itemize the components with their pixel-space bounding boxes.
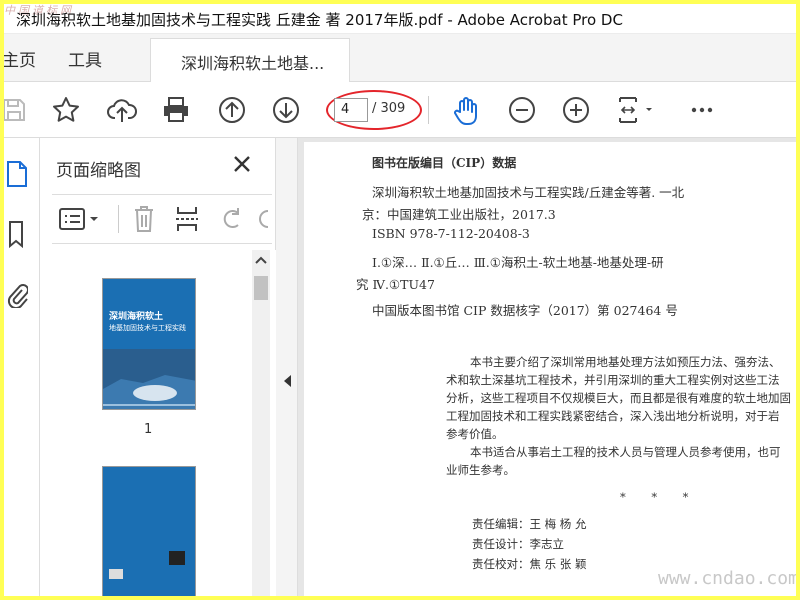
cip-line: 深圳海积软土地基加固技术与工程实践/丘建金等著. 一北 bbox=[372, 185, 685, 200]
close-icon[interactable] bbox=[232, 154, 252, 174]
barcode-graphic bbox=[169, 551, 185, 565]
zoom-out-icon[interactable] bbox=[506, 94, 538, 126]
toolbar-divider bbox=[118, 205, 119, 233]
upload-icon[interactable] bbox=[106, 94, 138, 126]
thumbnail-cover-subtitle: 地基加固技术与工程实践 bbox=[109, 324, 186, 332]
thumbnail-label: 1 bbox=[144, 422, 153, 437]
qr-graphic bbox=[109, 569, 123, 579]
summary-line: 本书主要介绍了深圳常用地基处理方法如预压力法、强夯法、 bbox=[470, 355, 781, 369]
cip-heading: 图书在版编目（CIP）数据 bbox=[372, 156, 517, 170]
rotate-icon[interactable] bbox=[218, 205, 244, 233]
summary-line: 业师生参考。 bbox=[446, 463, 515, 477]
print-icon[interactable] bbox=[160, 94, 192, 126]
summary-line: 参考价值。 bbox=[446, 427, 504, 441]
collapse-arrow-icon[interactable] bbox=[282, 374, 292, 388]
left-nav-sidebar bbox=[4, 138, 40, 596]
bookmark-icon[interactable] bbox=[6, 220, 28, 248]
hand-icon[interactable] bbox=[450, 94, 482, 126]
thumbnail-page-2[interactable] bbox=[102, 466, 196, 596]
credit-line: 责任设计：李志立 bbox=[472, 537, 564, 551]
thumbnail-page-1[interactable]: 深圳海积软土 地基加固技术与工程实践 bbox=[102, 278, 196, 410]
save-icon[interactable] bbox=[4, 94, 30, 126]
thumbnail-cover-title: 深圳海积软土 bbox=[109, 312, 164, 322]
rotate-clockwise-icon[interactable] bbox=[258, 205, 272, 233]
pane-title: 页面缩略图 bbox=[56, 161, 141, 181]
summary-line: 术和软土深基坑工程技术，并引用深圳的重大工程实例对这些工法 bbox=[446, 373, 780, 387]
page-number-input[interactable]: 4 bbox=[334, 98, 368, 122]
document-view: 图书在版编目（CIP）数据 深圳海积软土地基加固技术与工程实践/丘建金等著. 一… bbox=[298, 138, 796, 596]
thumbnail-scrollbar[interactable] bbox=[252, 250, 270, 596]
extract-pages-icon[interactable] bbox=[174, 205, 200, 233]
cip-line: ISBN 978-7-112-20408-3 bbox=[372, 226, 530, 241]
thumbnails-pane: 页面缩略图 深圳海积软土 地基加固技术与工程实践 1 bbox=[40, 138, 276, 596]
tab-document[interactable]: 深圳海积软土地基... bbox=[150, 38, 350, 82]
thumbnail-toolbar bbox=[52, 194, 272, 244]
scroll-up-icon[interactable] bbox=[252, 252, 270, 268]
toolbar-divider bbox=[428, 96, 429, 124]
cip-line: Ⅰ.①深… Ⅱ.①丘… Ⅲ.①海积土-软土地基-地基处理-研 bbox=[372, 255, 664, 270]
zoom-in-icon[interactable] bbox=[560, 94, 592, 126]
star-icon[interactable] bbox=[50, 94, 82, 126]
page-up-icon[interactable] bbox=[216, 94, 248, 126]
summary-line: 分析，这些工程项目不仅规模巨大，而且都是很有难度的软土地加固 bbox=[446, 391, 791, 405]
summary-line: 工程加固技术和工程实践紧密结合，深入浅出地分析说明，对于岩 bbox=[446, 409, 780, 423]
bottom-watermark: www.cndao.com bbox=[658, 568, 796, 589]
summary-line: 本书适合从事岩土工程的技术人员与管理人员参考使用，也可 bbox=[470, 445, 781, 459]
pdf-page: 图书在版编目（CIP）数据 深圳海积软土地基加固技术与工程实践/丘建金等著. 一… bbox=[304, 142, 796, 596]
acrobat-window: 中国道标网 深圳海积软土地基加固技术与工程实践 丘建金 著 2017年版.pdf… bbox=[4, 4, 796, 596]
tab-document-label: 深圳海积软土地基... bbox=[181, 54, 325, 73]
scrollbar-thumb[interactable] bbox=[254, 276, 268, 300]
more-icon[interactable] bbox=[686, 94, 718, 126]
title-bar: 中国道标网 深圳海积软土地基加固技术与工程实践 丘建金 著 2017年版.pdf… bbox=[4, 4, 796, 34]
credit-line: 责任校对：焦 乐 张 颖 bbox=[472, 557, 587, 571]
page-down-icon[interactable] bbox=[270, 94, 302, 126]
thumbnail-list: 深圳海积软土 地基加固技术与工程实践 1 bbox=[40, 250, 276, 596]
credit-line: 责任编辑：王 梅 杨 允 bbox=[472, 517, 587, 531]
tab-bar: 主页 工具 深圳海积软土地基... bbox=[4, 34, 796, 82]
window-title: 深圳海积软土地基加固技术与工程实践 丘建金 著 2017年版.pdf - Ado… bbox=[16, 11, 623, 29]
main-toolbar: 4 / 309 bbox=[4, 82, 796, 138]
tab-home[interactable]: 主页 bbox=[4, 46, 36, 71]
cover-city-image bbox=[103, 349, 195, 409]
pane-collapse-strip[interactable] bbox=[276, 138, 298, 596]
options-menu-icon[interactable] bbox=[58, 207, 100, 231]
cip-line: 究 Ⅳ.①TU47 bbox=[356, 277, 435, 292]
fit-page-icon[interactable] bbox=[614, 94, 656, 126]
page-total: / 309 bbox=[372, 101, 406, 116]
page-thumbnails-icon[interactable] bbox=[6, 160, 28, 188]
attachment-icon[interactable] bbox=[6, 280, 28, 308]
cip-line: 京：中国建筑工业出版社，2017.3 bbox=[362, 207, 556, 222]
tab-tools[interactable]: 工具 bbox=[68, 46, 102, 71]
section-separator: * * * bbox=[620, 490, 689, 504]
trash-icon[interactable] bbox=[132, 205, 156, 233]
cip-line: 中国版本图书馆 CIP 数据核字（2017）第 027464 号 bbox=[372, 303, 678, 318]
